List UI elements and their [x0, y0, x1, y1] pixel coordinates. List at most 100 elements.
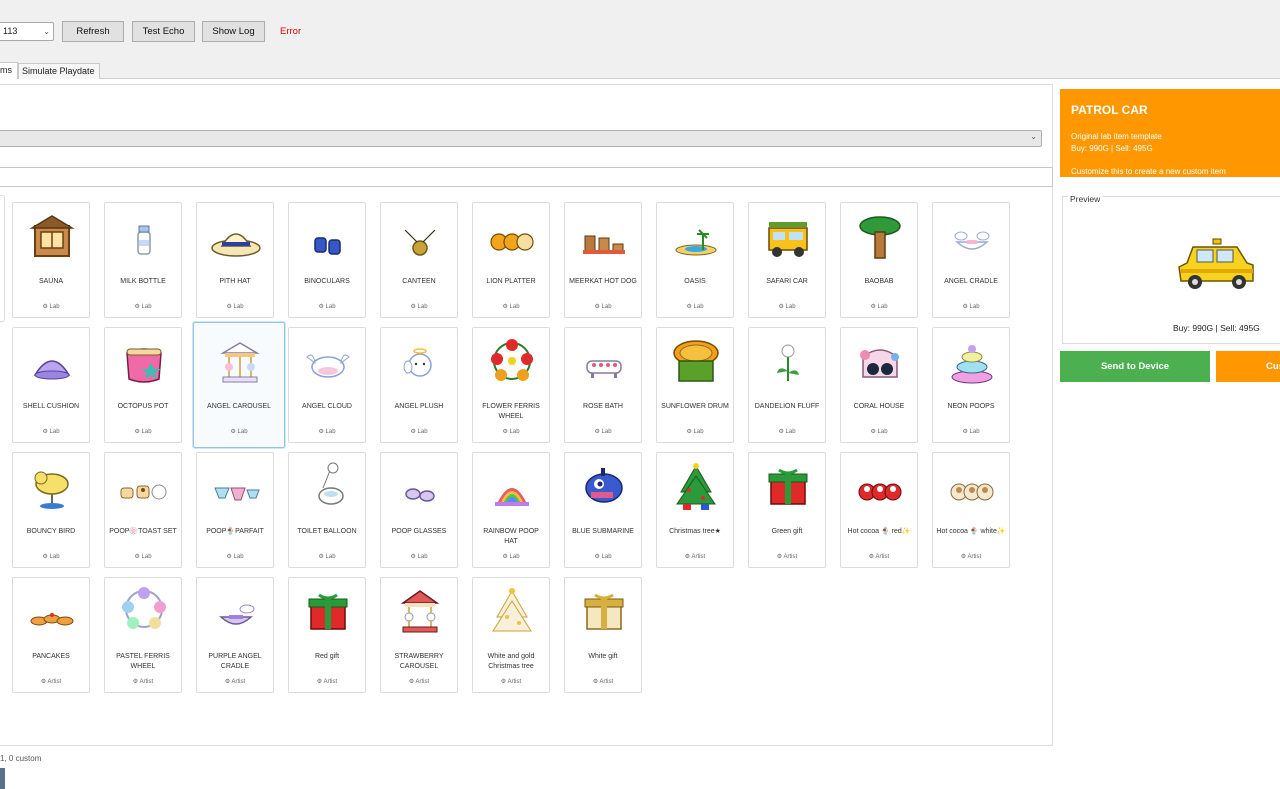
toast-icon [120, 484, 167, 500]
source-icon: ⚙ [134, 304, 142, 310]
source-icon: ⚙ [410, 429, 418, 435]
item-name: ANGEL PLUSH [394, 403, 444, 410]
item-card[interactable]: FLOWER FERRIS WHEEL ⚙ Lab [472, 327, 550, 443]
item-source: Lab [325, 304, 336, 310]
item-card[interactable]: MEERKAT HOT DOG ⚙ Lab [564, 202, 642, 318]
item-card[interactable]: LION PLATTER ⚙ Lab [472, 202, 550, 318]
item-card[interactable]: White gift ⚙ Artist [564, 577, 642, 693]
item-source: Lab [693, 304, 704, 310]
item-name: PANCAKES [32, 653, 70, 660]
item-card[interactable]: White and gold Christmas tree ⚙ Artist [472, 577, 550, 693]
sauna-icon [29, 215, 75, 257]
source-icon: ⚙ [962, 304, 970, 310]
item-card[interactable]: NEON POOPS ⚙ Lab [932, 327, 1010, 443]
item-card[interactable]: OASIS ⚙ Lab [656, 202, 734, 318]
oasis-icon [675, 229, 717, 256]
item-source: Lab [417, 554, 428, 560]
item-source: Artist [599, 679, 614, 685]
item-card[interactable]: BAOBAB ⚙ Lab [840, 202, 918, 318]
source-icon: ⚙ [134, 429, 142, 435]
item-card[interactable]: Green gift ⚙ Artist [748, 452, 826, 568]
rosebath-icon [586, 360, 622, 378]
item-source: Artist [691, 554, 706, 560]
tab-items[interactable]: ms [0, 62, 18, 79]
test-echo-button[interactable]: Test Echo [132, 21, 195, 42]
item-card[interactable]: Hot cocoa 🍨 white✨ ⚙ Artist [932, 452, 1010, 568]
send-to-device-button[interactable]: Send to Device [1060, 351, 1210, 382]
meerkat-icon [583, 235, 625, 254]
item-source: Lab [693, 429, 704, 435]
item-source: Lab [417, 429, 428, 435]
status-bar: 1, 0 custom [0, 754, 42, 763]
item-card[interactable]: SUNFLOWER DRUM ⚙ Lab [656, 327, 734, 443]
item-card[interactable]: SAUNA ⚙ Lab [12, 202, 90, 318]
item-card[interactable]: POOP GLASSES ⚙ Lab [380, 452, 458, 568]
window-corner [0, 768, 5, 789]
binoc-icon [314, 237, 341, 255]
item-name: PURPLE ANGEL CRADLE [208, 653, 262, 670]
device-combo[interactable]: 113 ⌄ [0, 22, 54, 41]
item-source: Lab [325, 429, 336, 435]
aplush-icon [403, 348, 432, 377]
scarousel-icon [400, 590, 440, 633]
item-card[interactable]: SAFARI CAR ⚙ Lab [748, 202, 826, 318]
item-source: Artist [507, 679, 522, 685]
item-card[interactable]: SHELL CUSHION ⚙ Lab [12, 327, 90, 443]
item-card[interactable]: CORAL HOUSE ⚙ Lab [840, 327, 918, 443]
item-card[interactable]: Christmas tree★ ⚙ Artist [656, 452, 734, 568]
item-source: Lab [49, 304, 60, 310]
item-name: POOP GLASSES [391, 528, 447, 535]
item-card[interactable]: BOUNCY BIRD ⚙ Lab [12, 452, 90, 568]
item-card[interactable]: BLUE SUBMARINE ⚙ Lab [564, 452, 642, 568]
item-name: SAUNA [38, 278, 64, 285]
customize-button[interactable]: Customize [1216, 351, 1280, 382]
item-source: Lab [49, 554, 60, 560]
source-icon: ⚙ [502, 554, 510, 560]
item-card[interactable]: ANGEL PLUSH ⚙ Lab [380, 327, 458, 443]
item-card[interactable]: ANGEL CLOUD ⚙ Lab [288, 327, 366, 443]
item-card[interactable]: PASTEL FERRIS WHEEL ⚙ Artist [104, 577, 182, 693]
acarousel-icon [220, 342, 260, 383]
connection-status: Error [280, 26, 302, 37]
item-card[interactable]: POOP🍨PARFAIT ⚙ Lab [196, 452, 274, 568]
item-card[interactable]: PURPLE ANGEL CRADLE ⚙ Artist [196, 577, 274, 693]
item-card[interactable]: OCTOPUS POT ⚙ Lab [104, 327, 182, 443]
tab-simulate-playdate[interactable]: Simulate Playdate [18, 63, 100, 79]
cocoared-icon [858, 483, 902, 501]
source-icon: ⚙ [318, 304, 326, 310]
item-card[interactable]: PANCAKES ⚙ Artist [12, 577, 90, 693]
item-card[interactable]: CANTEEN ⚙ Lab [380, 202, 458, 318]
octopot-icon [126, 348, 162, 383]
item-name: BLUE SUBMARINE [572, 528, 634, 535]
source-icon: ⚙ [42, 429, 50, 435]
item-card[interactable]: ANGEL CAROUSEL ⚙ Lab [192, 321, 286, 449]
item-source: Lab [141, 304, 152, 310]
item-card[interactable]: PITH HAT ⚙ Lab [196, 202, 274, 318]
source-icon: ⚙ [594, 304, 602, 310]
item-card[interactable]: DANDELION FLUFF ⚙ Lab [748, 327, 826, 443]
wgtree-icon [492, 588, 532, 632]
item-card[interactable]: MILK BOTTLE ⚙ Lab [104, 202, 182, 318]
item-name: CORAL HOUSE [853, 403, 905, 410]
item-card[interactable]: RAINBOW POOP HAT ⚙ Lab [472, 452, 550, 568]
refresh-button[interactable]: Refresh [62, 21, 124, 42]
sunflower-icon [673, 340, 719, 382]
item-card[interactable]: STRAWBERRY CAROUSEL ⚙ Artist [380, 577, 458, 693]
xmas-icon [676, 463, 716, 510]
item-card[interactable]: BINOCULARS ⚙ Lab [288, 202, 366, 318]
item-card[interactable]: POOP🍥TOAST SET ⚙ Lab [104, 452, 182, 568]
bird-icon [34, 471, 69, 509]
item-source: Lab [969, 304, 980, 310]
item-card[interactable]: TOILET BALLOON ⚙ Lab [288, 452, 366, 568]
item-card[interactable]: Hot cocoa 🍨 red✨ ⚙ Artist [840, 452, 918, 568]
pancakes-icon [30, 613, 74, 626]
rgift-icon [308, 593, 348, 630]
source-icon: ⚙ [686, 429, 694, 435]
item-source: Lab [785, 429, 796, 435]
item-card[interactable]: ROSE BATH ⚙ Lab [564, 327, 642, 443]
source-icon: ⚙ [132, 679, 140, 685]
show-log-button[interactable]: Show Log [202, 21, 265, 42]
item-card[interactable]: ANGEL CRADLE ⚙ Lab [932, 202, 1010, 318]
item-source: Lab [233, 554, 244, 560]
item-card[interactable]: Red gift ⚙ Artist [288, 577, 366, 693]
